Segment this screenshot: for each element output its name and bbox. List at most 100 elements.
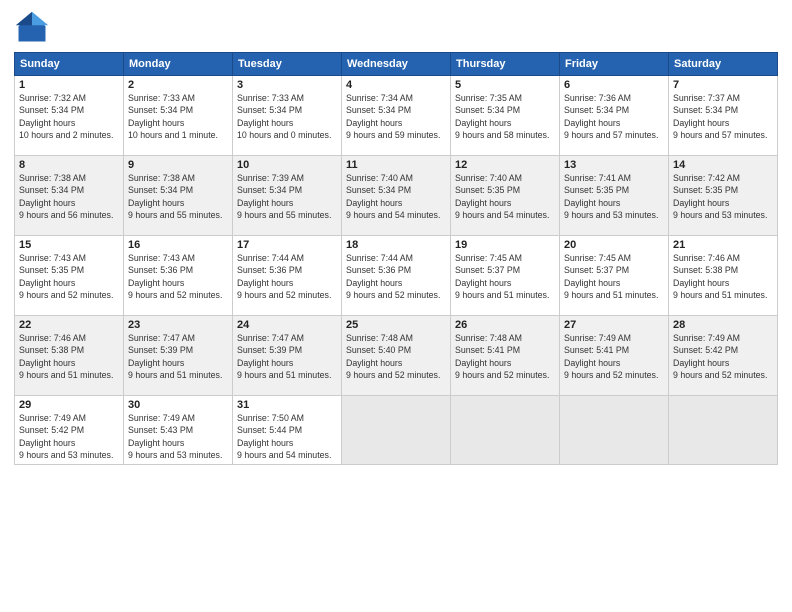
calendar-cell: 25 Sunrise: 7:48 AMSunset: 5:40 PMDaylig…	[342, 316, 451, 396]
day-number: 24	[237, 319, 337, 331]
page: SundayMondayTuesdayWednesdayThursdayFrid…	[0, 0, 792, 612]
calendar-cell	[669, 396, 778, 465]
day-info: Sunrise: 7:33 AMSunset: 5:34 PMDaylight …	[237, 93, 331, 140]
day-number: 9	[128, 159, 228, 171]
logo-icon	[14, 10, 50, 46]
week-row-4: 22 Sunrise: 7:46 AMSunset: 5:38 PMDaylig…	[15, 316, 778, 396]
day-info: Sunrise: 7:47 AMSunset: 5:39 PMDaylight …	[128, 333, 222, 380]
day-number: 23	[128, 319, 228, 331]
day-number: 2	[128, 79, 228, 91]
day-info: Sunrise: 7:40 AMSunset: 5:34 PMDaylight …	[346, 173, 440, 220]
day-info: Sunrise: 7:49 AMSunset: 5:43 PMDaylight …	[128, 413, 222, 460]
day-info: Sunrise: 7:47 AMSunset: 5:39 PMDaylight …	[237, 333, 331, 380]
calendar-cell: 12 Sunrise: 7:40 AMSunset: 5:35 PMDaylig…	[451, 156, 560, 236]
day-info: Sunrise: 7:33 AMSunset: 5:34 PMDaylight …	[128, 93, 218, 140]
day-info: Sunrise: 7:46 AMSunset: 5:38 PMDaylight …	[673, 253, 767, 300]
calendar-cell: 1 Sunrise: 7:32 AMSunset: 5:34 PMDayligh…	[15, 76, 124, 156]
day-info: Sunrise: 7:34 AMSunset: 5:34 PMDaylight …	[346, 93, 440, 140]
calendar-cell: 8 Sunrise: 7:38 AMSunset: 5:34 PMDayligh…	[15, 156, 124, 236]
weekday-header-monday: Monday	[124, 53, 233, 76]
week-row-2: 8 Sunrise: 7:38 AMSunset: 5:34 PMDayligh…	[15, 156, 778, 236]
day-number: 16	[128, 239, 228, 251]
day-info: Sunrise: 7:45 AMSunset: 5:37 PMDaylight …	[455, 253, 549, 300]
day-info: Sunrise: 7:42 AMSunset: 5:35 PMDaylight …	[673, 173, 767, 220]
day-info: Sunrise: 7:40 AMSunset: 5:35 PMDaylight …	[455, 173, 549, 220]
calendar-cell: 22 Sunrise: 7:46 AMSunset: 5:38 PMDaylig…	[15, 316, 124, 396]
weekday-header-tuesday: Tuesday	[233, 53, 342, 76]
calendar-cell: 3 Sunrise: 7:33 AMSunset: 5:34 PMDayligh…	[233, 76, 342, 156]
calendar-cell: 19 Sunrise: 7:45 AMSunset: 5:37 PMDaylig…	[451, 236, 560, 316]
calendar-cell: 15 Sunrise: 7:43 AMSunset: 5:35 PMDaylig…	[15, 236, 124, 316]
calendar-cell: 24 Sunrise: 7:47 AMSunset: 5:39 PMDaylig…	[233, 316, 342, 396]
day-number: 6	[564, 79, 664, 91]
day-info: Sunrise: 7:39 AMSunset: 5:34 PMDaylight …	[237, 173, 331, 220]
day-number: 8	[19, 159, 119, 171]
day-info: Sunrise: 7:48 AMSunset: 5:40 PMDaylight …	[346, 333, 440, 380]
calendar-body: 1 Sunrise: 7:32 AMSunset: 5:34 PMDayligh…	[15, 76, 778, 465]
day-number: 26	[455, 319, 555, 331]
day-info: Sunrise: 7:41 AMSunset: 5:35 PMDaylight …	[564, 173, 658, 220]
day-number: 14	[673, 159, 773, 171]
day-number: 7	[673, 79, 773, 91]
day-number: 12	[455, 159, 555, 171]
weekday-header-sunday: Sunday	[15, 53, 124, 76]
calendar-cell: 16 Sunrise: 7:43 AMSunset: 5:36 PMDaylig…	[124, 236, 233, 316]
day-number: 25	[346, 319, 446, 331]
day-number: 15	[19, 239, 119, 251]
day-number: 28	[673, 319, 773, 331]
week-row-3: 15 Sunrise: 7:43 AMSunset: 5:35 PMDaylig…	[15, 236, 778, 316]
day-info: Sunrise: 7:37 AMSunset: 5:34 PMDaylight …	[673, 93, 767, 140]
weekday-row: SundayMondayTuesdayWednesdayThursdayFrid…	[15, 53, 778, 76]
day-info: Sunrise: 7:35 AMSunset: 5:34 PMDaylight …	[455, 93, 549, 140]
calendar-cell: 28 Sunrise: 7:49 AMSunset: 5:42 PMDaylig…	[669, 316, 778, 396]
day-info: Sunrise: 7:46 AMSunset: 5:38 PMDaylight …	[19, 333, 113, 380]
calendar-cell: 4 Sunrise: 7:34 AMSunset: 5:34 PMDayligh…	[342, 76, 451, 156]
day-info: Sunrise: 7:43 AMSunset: 5:36 PMDaylight …	[128, 253, 222, 300]
calendar-cell	[560, 396, 669, 465]
calendar-cell: 10 Sunrise: 7:39 AMSunset: 5:34 PMDaylig…	[233, 156, 342, 236]
day-number: 19	[455, 239, 555, 251]
calendar-cell: 23 Sunrise: 7:47 AMSunset: 5:39 PMDaylig…	[124, 316, 233, 396]
calendar-cell: 5 Sunrise: 7:35 AMSunset: 5:34 PMDayligh…	[451, 76, 560, 156]
calendar-cell: 6 Sunrise: 7:36 AMSunset: 5:34 PMDayligh…	[560, 76, 669, 156]
calendar-cell: 30 Sunrise: 7:49 AMSunset: 5:43 PMDaylig…	[124, 396, 233, 465]
day-info: Sunrise: 7:36 AMSunset: 5:34 PMDaylight …	[564, 93, 658, 140]
week-row-5: 29 Sunrise: 7:49 AMSunset: 5:42 PMDaylig…	[15, 396, 778, 465]
calendar-cell: 17 Sunrise: 7:44 AMSunset: 5:36 PMDaylig…	[233, 236, 342, 316]
calendar-table: SundayMondayTuesdayWednesdayThursdayFrid…	[14, 52, 778, 465]
calendar-cell: 14 Sunrise: 7:42 AMSunset: 5:35 PMDaylig…	[669, 156, 778, 236]
calendar-cell: 13 Sunrise: 7:41 AMSunset: 5:35 PMDaylig…	[560, 156, 669, 236]
day-number: 21	[673, 239, 773, 251]
calendar-cell	[451, 396, 560, 465]
day-number: 31	[237, 399, 337, 411]
day-number: 22	[19, 319, 119, 331]
calendar-cell: 21 Sunrise: 7:46 AMSunset: 5:38 PMDaylig…	[669, 236, 778, 316]
day-info: Sunrise: 7:50 AMSunset: 5:44 PMDaylight …	[237, 413, 331, 460]
day-number: 5	[455, 79, 555, 91]
day-number: 30	[128, 399, 228, 411]
day-number: 13	[564, 159, 664, 171]
day-number: 20	[564, 239, 664, 251]
day-info: Sunrise: 7:45 AMSunset: 5:37 PMDaylight …	[564, 253, 658, 300]
day-info: Sunrise: 7:44 AMSunset: 5:36 PMDaylight …	[237, 253, 331, 300]
day-info: Sunrise: 7:32 AMSunset: 5:34 PMDaylight …	[19, 93, 113, 140]
calendar-cell	[342, 396, 451, 465]
day-info: Sunrise: 7:43 AMSunset: 5:35 PMDaylight …	[19, 253, 113, 300]
week-row-1: 1 Sunrise: 7:32 AMSunset: 5:34 PMDayligh…	[15, 76, 778, 156]
day-info: Sunrise: 7:49 AMSunset: 5:42 PMDaylight …	[673, 333, 767, 380]
day-number: 10	[237, 159, 337, 171]
day-number: 3	[237, 79, 337, 91]
weekday-header-wednesday: Wednesday	[342, 53, 451, 76]
calendar-cell: 18 Sunrise: 7:44 AMSunset: 5:36 PMDaylig…	[342, 236, 451, 316]
calendar-cell: 27 Sunrise: 7:49 AMSunset: 5:41 PMDaylig…	[560, 316, 669, 396]
day-number: 27	[564, 319, 664, 331]
calendar-cell: 26 Sunrise: 7:48 AMSunset: 5:41 PMDaylig…	[451, 316, 560, 396]
day-info: Sunrise: 7:38 AMSunset: 5:34 PMDaylight …	[128, 173, 222, 220]
day-number: 4	[346, 79, 446, 91]
day-info: Sunrise: 7:44 AMSunset: 5:36 PMDaylight …	[346, 253, 440, 300]
day-info: Sunrise: 7:38 AMSunset: 5:34 PMDaylight …	[19, 173, 113, 220]
calendar-cell: 29 Sunrise: 7:49 AMSunset: 5:42 PMDaylig…	[15, 396, 124, 465]
calendar-cell: 11 Sunrise: 7:40 AMSunset: 5:34 PMDaylig…	[342, 156, 451, 236]
calendar-cell: 7 Sunrise: 7:37 AMSunset: 5:34 PMDayligh…	[669, 76, 778, 156]
day-number: 17	[237, 239, 337, 251]
